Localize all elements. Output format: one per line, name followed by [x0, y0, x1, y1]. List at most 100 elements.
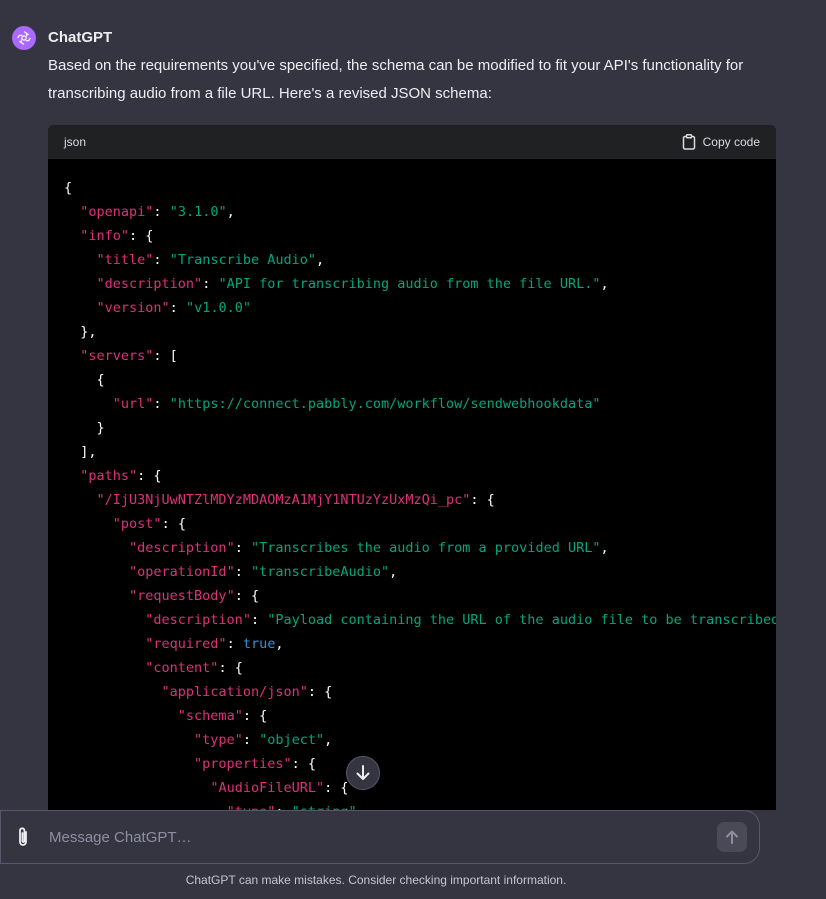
copy-code-label: Copy code — [702, 135, 760, 149]
disclaimer-text: ChatGPT can make mistakes. Consider chec… — [185, 873, 567, 887]
code-token: : { — [137, 468, 162, 484]
code-token: "Payload containing the URL of the audio… — [267, 612, 776, 628]
code-token: , — [324, 732, 333, 748]
code-token: ], — [64, 444, 97, 460]
code-token: , — [600, 540, 609, 556]
code-line: "AudioFileURL": { — [64, 776, 760, 800]
code-line: "properties": { — [64, 752, 760, 776]
code-token: , — [275, 636, 284, 652]
code-token: : { — [291, 756, 316, 772]
code-token: : — [226, 636, 243, 652]
openai-logo-icon — [17, 31, 31, 45]
arrow-up-icon — [726, 830, 738, 844]
attach-button[interactable] — [13, 825, 33, 849]
copy-code-button[interactable]: Copy code — [682, 134, 760, 150]
code-token: : — [153, 204, 170, 220]
code-token: "operationId" — [129, 564, 235, 580]
code-token: : — [250, 612, 268, 628]
message-text: Based on the requirements you've specifi… — [48, 57, 744, 102]
code-line: "required": true, — [64, 632, 760, 656]
code-token: : { — [324, 780, 349, 796]
code-header: json Copy code — [48, 125, 776, 159]
code-token: : — [234, 540, 251, 556]
code-line: "requestBody": { — [64, 584, 760, 608]
code-token: "schema" — [177, 708, 243, 724]
arrow-down-icon — [356, 765, 370, 780]
code-token: "openapi" — [80, 204, 154, 220]
code-token: , — [389, 564, 398, 580]
code-token: "version" — [96, 300, 170, 316]
code-token: : { — [129, 228, 154, 244]
code-line: { — [64, 368, 760, 392]
code-token: : — [242, 732, 260, 748]
code-line: "servers": [ — [64, 344, 760, 368]
code-token: true — [242, 636, 276, 652]
message-input[interactable] — [49, 828, 717, 846]
code-token: } — [64, 420, 105, 436]
message-author: ChatGPT — [48, 29, 113, 46]
code-token: "url" — [112, 396, 154, 412]
code-content: { "openapi": "3.1.0", "info": { "title":… — [48, 159, 776, 810]
code-token: "type" — [194, 732, 243, 748]
code-token: "description" — [96, 276, 203, 292]
code-line: "description": "API for transcribing aud… — [64, 272, 760, 296]
paperclip-icon — [19, 827, 27, 846]
code-token: , — [226, 204, 235, 220]
code-token: : { — [218, 660, 243, 676]
code-token: "paths" — [80, 468, 138, 484]
code-token: { — [64, 180, 73, 196]
code-token: "requestBody" — [129, 588, 235, 604]
send-button[interactable] — [717, 822, 747, 852]
code-token: : — [153, 252, 170, 268]
code-token: "post" — [112, 516, 162, 532]
code-token: : { — [234, 588, 260, 604]
code-line: "openapi": "3.1.0", — [64, 200, 760, 224]
code-line: ], — [64, 440, 760, 464]
code-line: "url": "https://connect.pabbly.com/workf… — [64, 392, 760, 416]
code-token: { — [64, 372, 105, 388]
code-token: : { — [242, 708, 268, 724]
code-line: } — [64, 416, 760, 440]
code-line: "schema": { — [64, 704, 760, 728]
code-line: "title": "Transcribe Audio", — [64, 248, 760, 272]
code-token: , — [316, 252, 325, 268]
code-token: , — [600, 276, 609, 292]
code-token: "application/json" — [161, 684, 308, 700]
code-block: json Copy code { "openapi": "3.1.0", "in… — [48, 125, 776, 810]
code-token: : — [202, 276, 219, 292]
code-token: "/IjU3NjUwNTZlMDYzMDAOMzA1MjY1NTUzYzUxMz… — [96, 492, 471, 508]
code-token: : — [234, 564, 251, 580]
code-line: "type": "string", — [64, 800, 760, 810]
code-line: "version": "v1.0.0" — [64, 296, 760, 320]
code-token: "transcribeAudio" — [250, 564, 390, 580]
code-line: "post": { — [64, 512, 760, 536]
code-token: "https://connect.pabbly.com/workflow/sen… — [169, 396, 601, 412]
code-token: "object" — [259, 732, 325, 748]
code-token: "description" — [129, 540, 235, 556]
chatgpt-avatar — [12, 26, 36, 50]
scroll-to-bottom-button[interactable] — [346, 756, 380, 790]
code-line: "type": "object", — [64, 728, 760, 752]
code-line: "paths": { — [64, 464, 760, 488]
code-token: "required" — [145, 636, 227, 652]
code-token: "info" — [80, 228, 130, 244]
code-token: "title" — [96, 252, 154, 268]
code-token: "AudioFileURL" — [210, 780, 325, 796]
code-token: : — [169, 300, 186, 316]
code-token: }, — [64, 324, 97, 340]
